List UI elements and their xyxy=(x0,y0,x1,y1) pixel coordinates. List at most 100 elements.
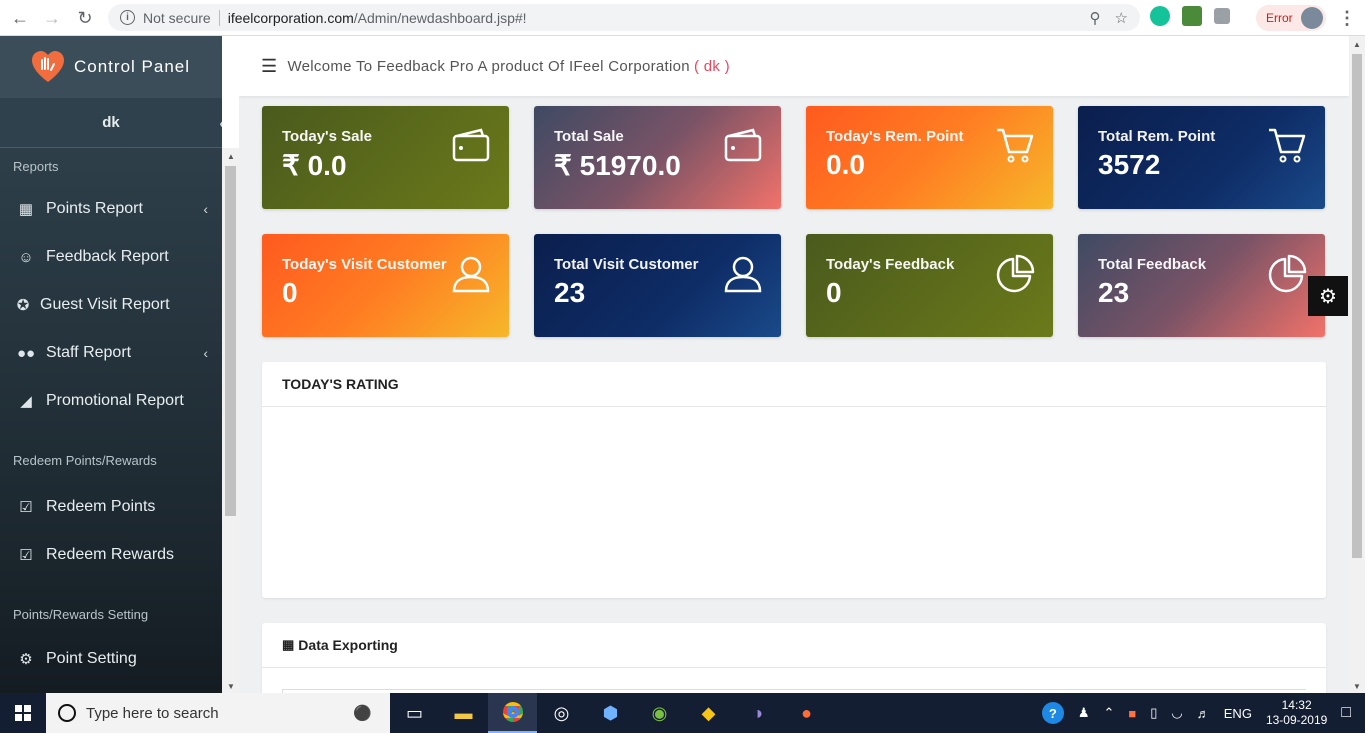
address-bar[interactable]: i Not secure ifeelcorporation.com/Admin/… xyxy=(108,4,1140,31)
page-scrollbar[interactable]: ▲ ▼ xyxy=(1349,36,1365,693)
sidebar-item-label: Guest Visit Report xyxy=(40,296,170,313)
table-icon: ▦ xyxy=(282,637,295,652)
panel-title: TODAY'S RATING xyxy=(262,362,1326,407)
file-explorer-icon[interactable]: ▬ xyxy=(439,693,488,733)
hamburger-menu-icon[interactable]: ☰ xyxy=(261,56,277,77)
clock-date: 13-09-2019 xyxy=(1265,713,1328,727)
pie-chart-icon xyxy=(996,254,1035,293)
profile-error-chip[interactable]: Error xyxy=(1256,5,1326,31)
volume-icon[interactable]: ♬ xyxy=(1197,706,1210,721)
sidebar-user[interactable]: dk ‹ xyxy=(0,98,222,148)
panel-header: ▦ Data Exporting xyxy=(262,623,1326,668)
sidebar-item-label: Redeem Points xyxy=(46,498,156,515)
taskbar-search[interactable]: Type here to search ⚫ xyxy=(46,693,390,733)
eclipse-icon[interactable]: ◑ xyxy=(733,693,782,733)
chevron-left-icon: ‹ xyxy=(203,345,208,361)
panel-title: Data Exporting xyxy=(298,637,398,653)
sidebar-item-label: Feedback Report xyxy=(46,248,169,265)
notifications-icon[interactable]: □ xyxy=(1341,704,1351,722)
gear-icon: ⚙ xyxy=(19,651,33,668)
cart-icon xyxy=(997,128,1034,163)
sidebar-item-point-setting[interactable]: ⚙ Point Setting xyxy=(0,635,222,683)
sidebar-item-points-report[interactable]: ▦ Points Report ‹ xyxy=(0,185,222,233)
header-user[interactable]: ( dk ) xyxy=(694,58,730,75)
scrollbar-thumb[interactable] xyxy=(225,166,236,516)
brand-title: Control Panel xyxy=(74,57,191,76)
sidebar-scrollbar[interactable]: ▲ ▼ xyxy=(222,148,239,693)
url-host: ifeelcorporation.com xyxy=(227,9,354,26)
key-icon[interactable]: ⚲ xyxy=(1090,9,1101,27)
walking-icon: ✪ xyxy=(16,297,30,314)
welcome-text: Welcome To Feedback Pro A product Of IFe… xyxy=(287,57,690,75)
sidebar-item-staff-report[interactable]: ●● Staff Report ‹ xyxy=(0,329,222,377)
scroll-down-icon[interactable]: ▼ xyxy=(1353,682,1361,691)
scroll-down-icon[interactable]: ▼ xyxy=(227,682,235,691)
forward-icon[interactable]: → xyxy=(36,2,68,34)
chrome-icon[interactable] xyxy=(488,693,537,733)
stat-card-todays-visit-customer: Today's Visit Customer 0 xyxy=(262,234,509,337)
sidebar-item-label: Promotional Report xyxy=(46,392,184,409)
divider xyxy=(218,9,220,26)
postman-icon[interactable]: ● xyxy=(782,693,831,733)
windows-start-icon[interactable] xyxy=(0,693,46,733)
help-icon[interactable]: ? xyxy=(1041,702,1064,724)
battery-icon[interactable]: ▯ xyxy=(1150,705,1157,721)
android-studio-icon[interactable]: ◉ xyxy=(635,693,684,733)
app-ring-icon[interactable]: ◎ xyxy=(537,693,586,733)
sidebar-item-redeem-points[interactable]: ☑ Redeem Points xyxy=(0,483,222,531)
url-path: /Admin/newdashboard.jsp#! xyxy=(353,9,527,26)
search-icon xyxy=(58,704,76,722)
stat-card-todays-feedback: Today's Feedback 0 xyxy=(806,234,1053,337)
main-content: ☰ Welcome To Feedback Pro A product Of I… xyxy=(239,36,1349,693)
scroll-up-icon[interactable]: ▲ xyxy=(227,152,235,161)
stat-card-todays-sale: Today's Sale ₹ 0.0 xyxy=(262,106,509,209)
clock[interactable]: 14:32 13-09-2019 xyxy=(1266,698,1327,728)
cube-extension-icon[interactable] xyxy=(1214,8,1230,24)
chevron-up-icon[interactable]: ⌃ xyxy=(1104,705,1115,721)
settings-gear-button[interactable]: ⚙ xyxy=(1308,276,1348,316)
more-menu-icon[interactable]: ⋮ xyxy=(1338,8,1356,29)
info-icon[interactable]: i xyxy=(120,10,135,25)
pie-chart-icon xyxy=(1268,254,1307,293)
sidebar-item-label: Points Report xyxy=(46,200,143,217)
calendar-check-icon: ☑ xyxy=(19,547,33,564)
not-secure-label: Not secure xyxy=(143,9,211,26)
sidebar-item-promotional-report[interactable]: ◢ Promotional Report xyxy=(0,377,222,425)
data-exporting-panel: ▦ Data Exporting xyxy=(262,623,1326,693)
error-label: Error xyxy=(1266,11,1293,25)
back-icon[interactable]: ← xyxy=(4,2,36,34)
scrollbar-thumb[interactable] xyxy=(1352,54,1362,558)
top-header: ☰ Welcome To Feedback Pro A product Of I… xyxy=(239,36,1349,96)
calendar-check-icon: ☑ xyxy=(19,499,33,516)
stat-card-total-sale: Total Sale ₹ 51970.0 xyxy=(534,106,781,209)
scroll-up-icon[interactable]: ▲ xyxy=(1353,40,1361,49)
cart-icon xyxy=(1269,128,1306,163)
wallet-icon xyxy=(452,128,490,162)
sidebar-item-label: Point Setting xyxy=(46,650,137,667)
filezilla-icon[interactable]: ◆ xyxy=(684,693,733,733)
sidebar-item-guest-visit-report[interactable]: ✪ Guest Visit Report xyxy=(0,281,222,329)
reload-icon[interactable]: ↻ xyxy=(69,2,101,34)
dashboard-icon: ▦ xyxy=(18,201,34,218)
language-indicator[interactable]: ENG xyxy=(1224,706,1252,721)
brand[interactable]: Control Panel xyxy=(0,36,222,98)
sidebar: Control Panel dk ‹ Reports ▦ Points Repo… xyxy=(0,36,222,693)
people-icon[interactable]: ♟ xyxy=(1078,705,1090,721)
sidebar-item-feedback-report[interactable]: ☺ Feedback Report xyxy=(0,233,222,281)
sidebar-item-redeem-rewards[interactable]: ☑ Redeem Rewards xyxy=(0,531,222,579)
browser-toolbar: ← → ↻ i Not secure ifeelcorporation.com /… xyxy=(0,0,1365,36)
grammarly-extension-icon[interactable] xyxy=(1150,6,1170,26)
task-view-icon[interactable]: ▭ xyxy=(390,693,439,733)
wallet-icon xyxy=(724,128,762,162)
system-tray: ? ♟ ⌃ ■ ▯ ◡ ♬ ENG 14:32 13-09-2019 □ xyxy=(1041,693,1365,733)
stat-card-todays-rem-point: Today's Rem. Point 0.0 xyxy=(806,106,1053,209)
wifi-icon[interactable]: ◡ xyxy=(1171,705,1182,721)
cube-app-icon[interactable]: ⬢ xyxy=(586,693,635,733)
star-icon[interactable]: ☆ xyxy=(1115,9,1128,27)
app-tray-icon[interactable]: ■ xyxy=(1128,706,1136,721)
sidebar-item-label: Redeem Rewards xyxy=(46,546,175,563)
extension-icon[interactable] xyxy=(1182,6,1202,26)
microphone-icon[interactable]: ⚫ xyxy=(353,704,372,722)
heart-hand-logo-icon xyxy=(32,51,64,82)
users-icon: ●● xyxy=(16,344,36,362)
